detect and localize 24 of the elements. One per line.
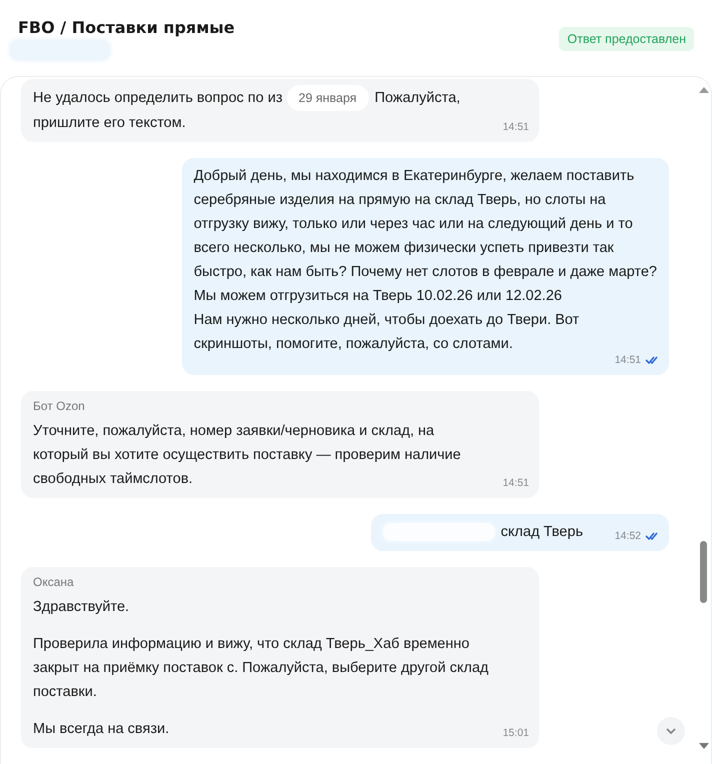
message-text: Здравствуйте. [33, 598, 130, 617]
chat-title: FBO / Поставки прямые [18, 18, 235, 37]
scroll-to-bottom-button[interactable] [657, 717, 685, 745]
message-author: Бот Ozon [33, 398, 86, 415]
message-text: склад Тверь [500, 524, 583, 540]
message-author: Оксана [33, 574, 75, 591]
scrollbar-thumb[interactable] [700, 541, 707, 603]
message-text: Добрый день, мы находимся в Екатеринбурге, желаем поставить серебряные изделия на прямую на склад Тверь, но слоты на отгрузку вижу, только или через час или на следующий день и то всего несколько, мы не можем физически успеть привезти так быстро, как нам быть? Почему нет слотов в феврале и даже марте? Мы можем отгрузиться на Тверь 10.02.26 или 12.02.26 Нам нужно несколько дней, чтобы доехать до Твери. Вот скриншоты, помогите, пожалуйста, со слотами. [194, 168, 657, 352]
date-chip: 29 января [286, 85, 369, 111]
message-text: Проверила информацию и вижу, что склад Тверь_Хаб временно закрыт на приёмку поставок с. Пожалуйста, выберите другой склад поставки. [33, 635, 488, 702]
message-text: Уточните, пожалуйста, номер заявки/черновика и склад, на который вы хотите осуществить поставку — проверим наличие свободных таймслотов. [33, 423, 461, 487]
message-time: 15:01 [502, 726, 529, 741]
message-text: Пожалуйста, [374, 89, 460, 108]
message-time: 14:52 [614, 529, 641, 544]
scroll-down-icon[interactable] [699, 743, 709, 749]
message-time: 14:51 [502, 476, 529, 491]
message-time: 14:51 [502, 120, 529, 135]
scroll-up-icon[interactable] [699, 87, 709, 93]
status-badge: Ответ предоставлен [559, 27, 694, 51]
message-text: Мы всегда на связи. [33, 720, 170, 739]
chevron-down-icon [666, 728, 676, 734]
message-text: пришлите его текстом. [33, 114, 186, 133]
message-time: 14:51 [614, 353, 641, 368]
message-text: Не удалось определить вопрос по из [33, 89, 282, 108]
